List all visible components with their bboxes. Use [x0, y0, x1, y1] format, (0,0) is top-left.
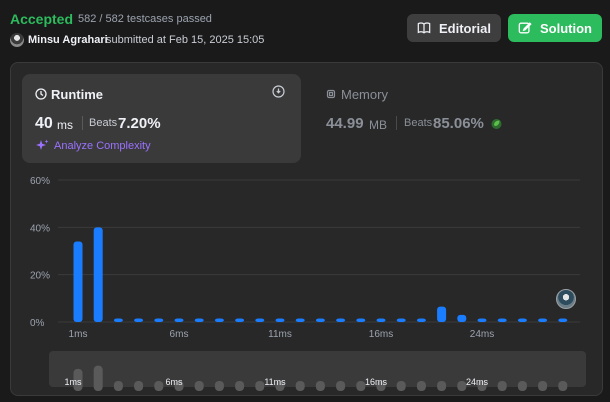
overview-bar — [497, 381, 507, 391]
chart-bar — [437, 306, 447, 322]
chart-bar — [416, 318, 426, 322]
overview-bar — [356, 381, 366, 391]
y-tick-label: 20% — [30, 271, 50, 282]
chart-bar — [558, 318, 568, 322]
x-tick-label: 6ms — [170, 329, 189, 340]
overview-bar — [235, 381, 245, 391]
chart-bar — [356, 318, 366, 322]
x-tick-label: 11ms — [268, 329, 292, 340]
overview-bar — [315, 381, 325, 391]
overview-bar — [295, 381, 305, 391]
chart-bar — [174, 318, 184, 322]
overview-bar — [336, 381, 346, 391]
overview-tick-label: 11ms — [264, 377, 286, 387]
chart-bar — [214, 318, 224, 322]
x-tick-label: 1ms — [69, 329, 88, 340]
overview-bar — [396, 381, 406, 391]
chart-bar — [154, 318, 164, 322]
overview-bar — [517, 381, 527, 391]
overview-tick-label: 24ms — [466, 377, 489, 387]
chart-bar — [477, 318, 487, 322]
chart-bar — [517, 318, 527, 322]
chart-bar — [235, 318, 245, 322]
chart-bar — [457, 314, 467, 322]
chart-bar — [497, 318, 507, 322]
my-submission-avatar[interactable] — [556, 289, 576, 309]
y-tick-label: 60% — [30, 176, 50, 187]
chart-bar — [295, 318, 305, 322]
overview-bar — [538, 381, 548, 391]
overview-bar — [194, 381, 204, 391]
overview-tick-label: 16ms — [365, 377, 388, 387]
overview-bar — [416, 381, 426, 391]
overview-bar — [437, 381, 447, 391]
chart-bar — [275, 318, 285, 322]
x-tick-label: 16ms — [369, 329, 393, 340]
chart-bar — [538, 318, 548, 322]
chart-bar — [134, 318, 144, 322]
chart-bar — [194, 318, 204, 322]
chart-bar — [396, 318, 406, 322]
overview-bar — [214, 381, 224, 391]
overview-strip — [49, 351, 586, 387]
overview-tick-label: 1ms — [64, 377, 82, 387]
y-tick-label: 0% — [30, 318, 45, 329]
chart-bar — [336, 318, 346, 322]
x-tick-label: 24ms — [470, 329, 494, 340]
chart-bar — [73, 241, 83, 322]
chart-bar — [255, 318, 265, 322]
chart-bar — [376, 318, 386, 322]
overview-bar — [113, 381, 123, 391]
overview-bar — [134, 381, 144, 391]
overview-tick-label: 6ms — [165, 377, 183, 387]
chart-bar — [315, 318, 325, 322]
chart-bar — [93, 227, 103, 322]
overview-bar — [457, 381, 467, 391]
y-tick-label: 40% — [30, 223, 50, 234]
overview-bar — [558, 381, 568, 391]
runtime-distribution-chart: 60% 40% 20% 0% 1ms 6ms 11ms 16ms 24ms 1ms 6ms 11ms 1… — [30, 176, 586, 391]
overview-bar — [93, 365, 103, 391]
overview-bar — [154, 381, 164, 391]
chart-bar — [113, 318, 123, 322]
overview-bar — [255, 381, 265, 391]
